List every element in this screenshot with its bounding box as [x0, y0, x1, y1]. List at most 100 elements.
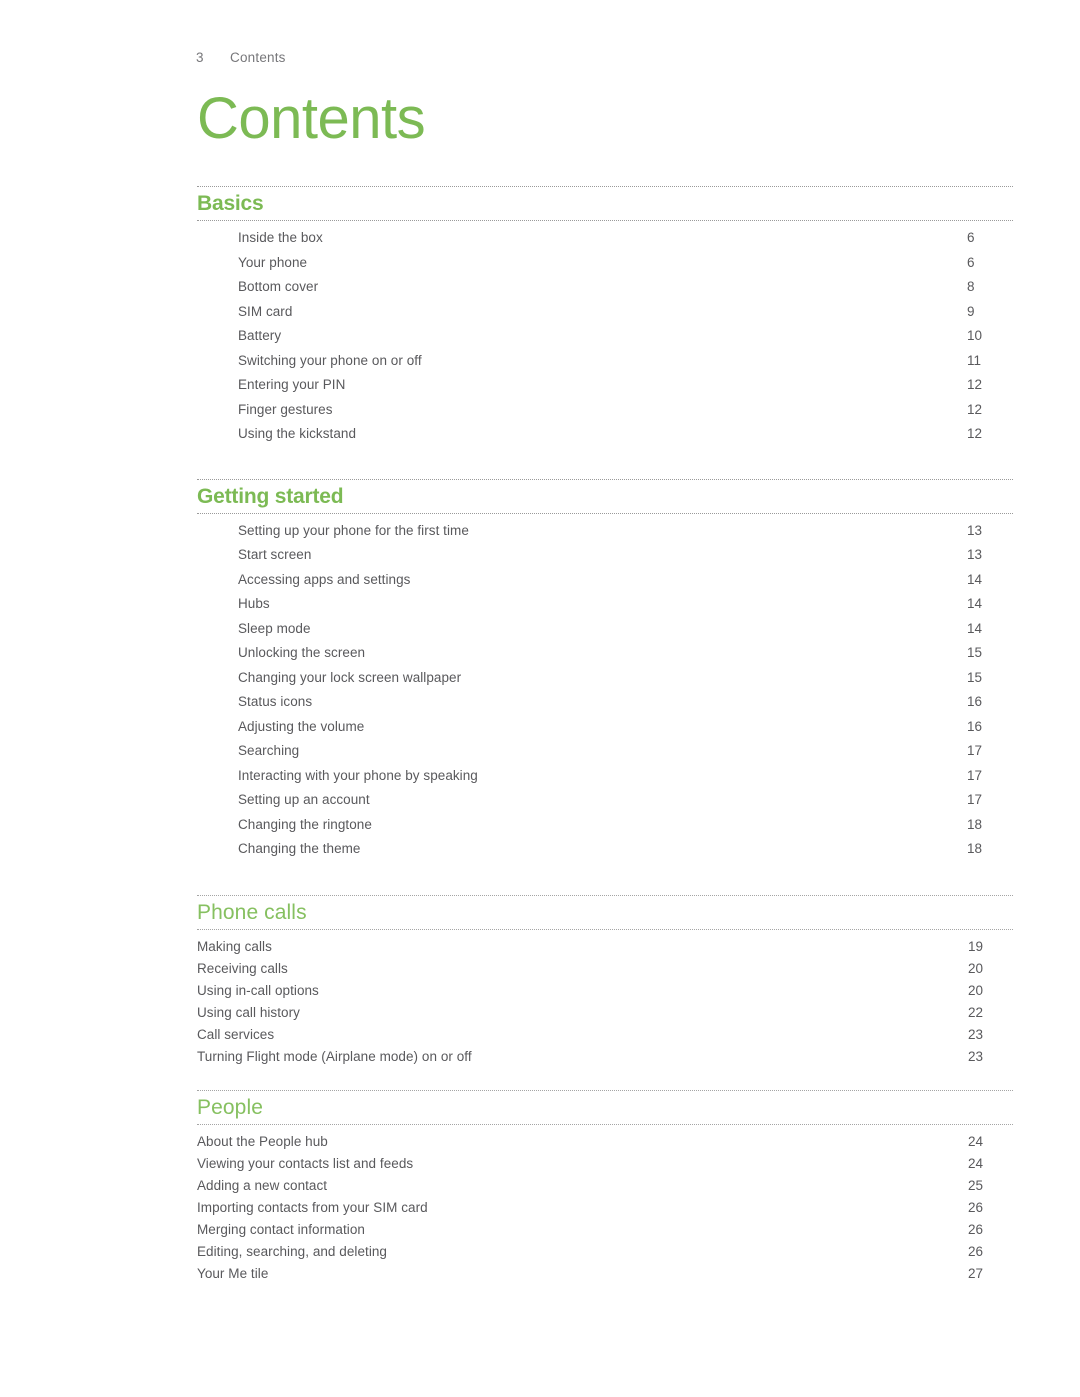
toc-entry-list-phone-calls: Making calls 19 Receiving calls 20 Using… [197, 930, 1013, 1071]
toc-entry-label: Using call history [197, 1004, 300, 1020]
running-header-title: Contents [230, 50, 286, 65]
toc-entry-label: Searching [238, 743, 300, 758]
toc-entry[interactable]: Entering your PIN 12 [197, 377, 1013, 402]
toc-entry[interactable]: Searching 17 [197, 743, 1013, 768]
toc-entry-label: Viewing your contacts list and feeds [197, 1155, 414, 1171]
toc-entry-page: 26 [968, 1221, 984, 1237]
toc-section-phone-calls: Phone calls Making calls 19 Receiving ca… [197, 894, 1013, 1071]
toc-entry[interactable]: Your Me tile 27 [197, 1266, 1013, 1288]
toc-entry-page: 24 [968, 1133, 984, 1149]
toc-entry-page: 18 [967, 841, 983, 856]
toc-entry[interactable]: Editing, searching, and deleting 26 [197, 1244, 1013, 1266]
toc-entry-label: Adjusting the volume [238, 718, 365, 734]
toc-entry[interactable]: Your phone 6 [197, 255, 1013, 280]
toc-entry-page: 6 [967, 254, 975, 270]
toc-entry[interactable]: Switching your phone on or off 11 [197, 353, 1013, 378]
toc-entry[interactable]: Battery 10 [197, 328, 1013, 353]
toc-entry[interactable]: Interacting with your phone by speaking … [197, 768, 1013, 793]
toc-entry-page: 17 [967, 792, 983, 807]
toc-entry[interactable]: Sleep mode 14 [197, 621, 1013, 646]
toc-entry-label: SIM card [238, 303, 293, 319]
toc-entry-label: Setting up your phone for the first time [238, 522, 469, 538]
toc-entry[interactable]: Call services 23 [197, 1027, 1013, 1049]
toc-entry-page: 20 [968, 982, 984, 998]
toc-entry-label: Hubs [238, 596, 270, 611]
toc-entry-label: Your phone [238, 254, 308, 270]
section-heading-getting-started: Getting started [197, 484, 344, 508]
toc-entry-page: 18 [967, 816, 983, 832]
toc-entry[interactable]: Importing contacts from your SIM card 26 [197, 1200, 1013, 1222]
section-heading-people: People [197, 1095, 263, 1119]
toc-entry[interactable]: Adjusting the volume 16 [197, 719, 1013, 744]
toc-entry[interactable]: Inside the box 6 [197, 230, 1013, 255]
toc-entry-label: Turning Flight mode (Airplane mode) on o… [197, 1048, 472, 1064]
toc-entry-page: 14 [967, 620, 983, 636]
toc-entry-label: Your Me tile [197, 1265, 269, 1281]
toc-entry-label: Inside the box [238, 230, 323, 245]
toc-entry[interactable]: Start screen 13 [197, 547, 1013, 572]
toc-entry[interactable]: Status icons 16 [197, 694, 1013, 719]
toc-entry[interactable]: Finger gestures 12 [197, 402, 1013, 427]
table-of-contents: Basics Inside the box 6 Your phone 6 Bot… [197, 186, 1013, 1288]
toc-entry[interactable]: Changing the ringtone 18 [197, 817, 1013, 842]
toc-entry-label: Adding a new contact [197, 1177, 328, 1193]
section-heading-basics: Basics [197, 192, 264, 215]
toc-entry[interactable]: About the People hub 24 [197, 1134, 1013, 1156]
toc-entry-label: Battery [238, 328, 282, 343]
toc-entry-label: Entering your PIN [238, 377, 346, 392]
toc-entry-page: 6 [967, 230, 975, 245]
toc-entry[interactable]: Merging contact information 26 [197, 1222, 1013, 1244]
toc-entry[interactable]: Using call history 22 [197, 1005, 1013, 1027]
toc-section-getting-started: Getting started Setting up your phone fo… [197, 478, 1013, 866]
toc-entry-page: 13 [967, 547, 983, 562]
toc-entry-label: Using in-call options [197, 982, 319, 998]
toc-entry-page: 20 [968, 960, 984, 976]
toc-entry[interactable]: Using the kickstand 12 [197, 426, 1013, 451]
toc-entry-page: 8 [967, 279, 975, 294]
toc-entry[interactable]: Using in-call options 20 [197, 983, 1013, 1005]
toc-entry-label: Merging contact information [197, 1221, 365, 1237]
toc-entry-page: 23 [968, 1026, 984, 1042]
toc-entry-label: Making calls [197, 938, 272, 954]
toc-entry-label: About the People hub [197, 1133, 328, 1149]
page-folio-number: 3 [196, 50, 204, 65]
toc-entry[interactable]: Changing the theme 18 [197, 841, 1013, 866]
toc-entry-page: 25 [968, 1177, 984, 1193]
toc-entry[interactable]: Making calls 19 [197, 939, 1013, 961]
toc-entry-label: Setting up an account [238, 792, 370, 807]
toc-entry-label: Start screen [238, 547, 312, 562]
toc-entry[interactable]: Bottom cover 8 [197, 279, 1013, 304]
toc-entry-list-getting-started: Setting up your phone for the first time… [197, 514, 1013, 866]
toc-entry[interactable]: Receiving calls 20 [197, 961, 1013, 983]
toc-entry[interactable]: Setting up an account 17 [197, 792, 1013, 817]
toc-entry-page: 9 [967, 303, 975, 319]
document-page: 3 Contents Contents Basics Inside the bo… [0, 0, 1080, 1397]
toc-entry-label: Using the kickstand [238, 426, 357, 441]
toc-entry-page: 15 [967, 645, 983, 660]
toc-entry[interactable]: Accessing apps and settings 14 [197, 572, 1013, 597]
toc-entry-label: Call services [197, 1026, 275, 1042]
toc-entry-page: 14 [967, 596, 983, 611]
toc-entry-label: Changing the ringtone [238, 816, 372, 832]
toc-entry[interactable]: Adding a new contact 25 [197, 1178, 1013, 1200]
toc-entry[interactable]: Changing your lock screen wallpaper 15 [197, 670, 1013, 695]
toc-entry-label: Switching your phone on or off [238, 352, 422, 368]
toc-entry[interactable]: Turning Flight mode (Airplane mode) on o… [197, 1049, 1013, 1071]
toc-entry[interactable]: SIM card 9 [197, 304, 1013, 329]
toc-entry-label: Changing your lock screen wallpaper [238, 669, 462, 685]
toc-entry[interactable]: Viewing your contacts list and feeds 24 [197, 1156, 1013, 1178]
page-title: Contents [197, 86, 426, 151]
toc-entry[interactable]: Hubs 14 [197, 596, 1013, 621]
toc-entry[interactable]: Unlocking the screen 15 [197, 645, 1013, 670]
toc-entry-list-people: About the People hub 24 Viewing your con… [197, 1125, 1013, 1288]
toc-entry-list-basics: Inside the box 6 Your phone 6 Bottom cov… [197, 221, 1013, 451]
toc-entry-page: 11 [967, 352, 982, 368]
toc-entry[interactable]: Setting up your phone for the first time… [197, 523, 1013, 548]
toc-entry-page: 12 [967, 377, 983, 392]
toc-entry-page: 13 [967, 522, 983, 538]
toc-entry-page: 12 [967, 401, 983, 417]
section-heading-phone-calls: Phone calls [197, 900, 307, 924]
